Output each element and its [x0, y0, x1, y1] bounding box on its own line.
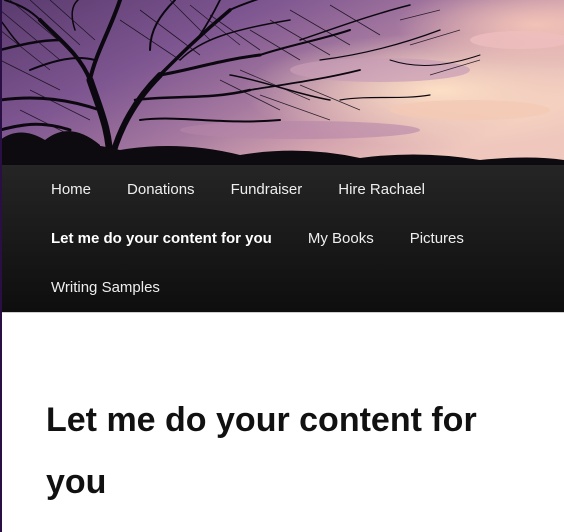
- nav-item-my-books[interactable]: My Books: [290, 230, 392, 247]
- nav-item-hire-rachael[interactable]: Hire Rachael: [320, 181, 443, 198]
- nav-item-pictures[interactable]: Pictures: [392, 230, 482, 247]
- nav-row: Let me do your content for you My Books …: [33, 214, 482, 263]
- nav-item-home[interactable]: Home: [33, 181, 109, 198]
- page-title: Let me do your content for you: [46, 401, 477, 501]
- nav-row: Writing Samples: [33, 263, 178, 312]
- page-left-border: [0, 0, 2, 532]
- nav-item-fundraiser[interactable]: Fundraiser: [213, 181, 321, 198]
- header-image: [0, 0, 564, 165]
- nav-item-content-services[interactable]: Let me do your content for you: [33, 230, 290, 247]
- nav-row: Home Donations Fundraiser Hire Rachael: [33, 165, 443, 214]
- main-navigation: Home Donations Fundraiser Hire Rachael L…: [0, 165, 564, 313]
- nav-item-donations[interactable]: Donations: [109, 181, 213, 198]
- nav-item-writing-samples[interactable]: Writing Samples: [33, 279, 178, 296]
